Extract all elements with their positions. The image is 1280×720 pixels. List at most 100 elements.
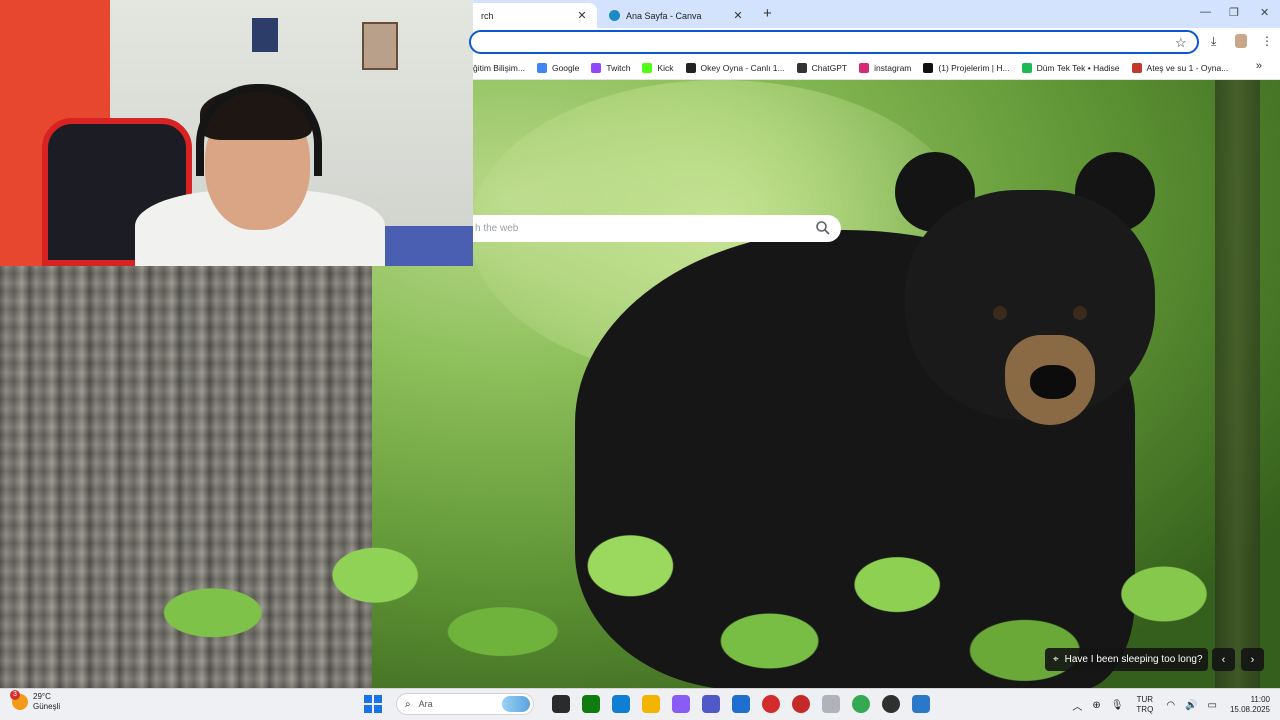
instagram-icon	[859, 62, 870, 73]
edge-icon[interactable]	[612, 695, 630, 713]
tab-title: rch	[481, 10, 494, 21]
bookmark-item[interactable]: Ateş ve su 1 - Oyna...	[1131, 62, 1229, 73]
bookmark-label: Ateş ve su 1 - Oyna...	[1146, 62, 1229, 73]
wallpaper-bear-eye-left	[993, 306, 1007, 320]
bookmark-item[interactable]: Okey Oyna - Canlı 1...	[685, 62, 785, 73]
bookmark-item[interactable]: Twitch	[591, 62, 631, 73]
xbox-icon[interactable]	[582, 695, 600, 713]
app-gray-icon[interactable]	[822, 695, 840, 713]
app-red-2-icon[interactable]	[792, 695, 810, 713]
bookmark-item[interactable]: ChatGPT	[796, 62, 848, 73]
search-icon[interactable]	[815, 220, 831, 236]
minimize-icon[interactable]: —	[1200, 6, 1211, 18]
newtab-search-box[interactable]	[473, 215, 841, 242]
bookmark-item[interactable]: Google	[536, 62, 580, 73]
clock-time: 11:00	[1250, 695, 1270, 704]
tab-canva[interactable]: Ana Sayfa - Canva ✕	[601, 3, 753, 28]
search-icon: ⌕	[405, 698, 411, 710]
bookmark-label: ChatGPT	[811, 62, 848, 73]
bookmark-label: Twitch	[606, 62, 631, 73]
network-app-icon[interactable]: ⊕	[1092, 700, 1100, 711]
bookmark-label: Okey Oyna - Canlı 1...	[700, 62, 785, 73]
wallpaper-bear-nose	[1030, 365, 1076, 399]
download-icon[interactable]: ⤓	[1211, 34, 1216, 49]
browser-toolbar: ☆ ⤓ ⋮	[469, 28, 1280, 56]
app-blue-icon[interactable]	[912, 695, 930, 713]
bookmarks-bar: ğitim Bilişim... Google Twitch Kick Okey Oyn…	[473, 56, 1280, 80]
canva-icon	[609, 10, 620, 21]
chevron-up-icon[interactable]: ︿	[1072, 698, 1082, 713]
bookmark-item[interactable]: instagram	[859, 62, 912, 73]
location-pin-icon: ⌖	[1053, 654, 1059, 665]
taskbar-apps: ⌕ Ara	[364, 693, 936, 715]
weather-widget[interactable]: 3 29°C Güneşli	[10, 690, 61, 712]
wallpaper-caption-text: Have I been sleeping too long?	[1064, 654, 1203, 665]
store-icon[interactable]	[732, 695, 750, 713]
webcam-poster-right	[362, 22, 398, 70]
app-red-1-icon[interactable]	[762, 695, 780, 713]
bookmark-item[interactable]: Kick	[642, 62, 674, 73]
bookmark-item[interactable]: ğitim Bilişim...	[473, 63, 525, 73]
bookmark-label: Google	[551, 62, 580, 73]
google-icon	[536, 62, 547, 73]
next-wallpaper-button[interactable]: ›	[1241, 648, 1264, 671]
kick-icon	[642, 62, 653, 73]
bookmark-star-icon[interactable]: ☆	[1175, 35, 1187, 51]
restore-icon[interactable]: ❐	[1229, 6, 1239, 19]
twitch-icon	[591, 62, 602, 73]
system-tray: ︿ ⊕ 🎙 TUR TRQ ◠ 🔊 ▭ 11:00 15.08.2025	[1067, 689, 1280, 720]
windows-taskbar: 3 29°C Güneşli ⌕ Ara ︿ ⊕ 🎙 TUR TRQ ◠ 🔊 ▭…	[0, 688, 1280, 720]
task-view-icon[interactable]	[552, 695, 570, 713]
okey-icon	[685, 62, 696, 73]
profile-avatar[interactable]	[1235, 34, 1247, 48]
language-code: TUR	[1136, 695, 1154, 704]
weather-desc: Güneşli	[33, 702, 61, 711]
volume-icon[interactable]: 🔊	[1185, 700, 1197, 711]
more-bookmarks-icon[interactable]: »	[1256, 60, 1262, 72]
tab-title: Ana Sayfa - Canva	[626, 10, 702, 21]
bookmark-label: (1) Projelerim | H...	[938, 62, 1010, 73]
battery-icon[interactable]: ▭	[1208, 700, 1217, 711]
game-icon	[1131, 62, 1142, 73]
search-highlight-icon	[502, 696, 530, 712]
taskbar-search[interactable]: ⌕ Ara	[396, 693, 534, 715]
wifi-icon[interactable]: ◠	[1166, 700, 1175, 711]
weather-temp: 29°C	[33, 692, 51, 701]
bookmark-item[interactable]: (1) Projelerim | H...	[923, 62, 1010, 73]
new-tab-button[interactable]: +	[763, 5, 772, 22]
chatgpt-icon	[796, 62, 807, 73]
teams-icon[interactable]	[702, 695, 720, 713]
language-indicator[interactable]: TUR TRQ	[1136, 695, 1153, 715]
close-icon[interactable]: ✕	[731, 9, 745, 22]
start-button[interactable]	[364, 695, 382, 713]
close-icon[interactable]: ✕	[575, 9, 589, 22]
wallpaper-caption[interactable]: ⌖ Have I been sleeping too long?	[1045, 648, 1208, 671]
wallpaper-bear-eye-right	[1073, 306, 1087, 320]
webcam-overlay	[0, 0, 473, 266]
file-explorer-icon[interactable]	[642, 695, 660, 713]
obs-icon[interactable]	[882, 695, 900, 713]
menu-icon[interactable]: ⋮	[1261, 34, 1273, 48]
chrome-icon[interactable]	[852, 695, 870, 713]
close-window-icon[interactable]: ✕	[1260, 6, 1269, 19]
previous-wallpaper-button[interactable]: ‹	[1212, 648, 1235, 671]
music-icon	[1021, 62, 1032, 73]
microphone-icon[interactable]: 🎙	[1111, 700, 1124, 711]
address-bar[interactable]: ☆	[469, 30, 1199, 54]
search-input[interactable]	[473, 223, 793, 234]
bookmark-label: ğitim Bilişim...	[473, 62, 525, 73]
notification-badge: 3	[10, 690, 20, 700]
taskbar-search-placeholder: Ara	[418, 699, 433, 709]
webcam-bed	[375, 226, 473, 266]
clock[interactable]: 11:00 15.08.2025	[1230, 695, 1270, 715]
tab-search[interactable]: rch ✕	[473, 3, 597, 28]
bookmark-label: instagram	[874, 62, 912, 73]
keyboard-layout: TRQ	[1136, 705, 1154, 714]
browser-tab-strip: rch ✕ Ana Sayfa - Canva ✕ + — ❐ ✕	[473, 0, 1280, 28]
copilot-icon[interactable]	[672, 695, 690, 713]
bookmark-label: Düm Tek Tek • Hadise	[1036, 62, 1120, 73]
bookmark-label: Kick	[657, 62, 674, 73]
project-icon	[923, 62, 934, 73]
sun-icon: 3	[10, 690, 28, 710]
bookmark-item[interactable]: Düm Tek Tek • Hadise	[1021, 62, 1120, 73]
